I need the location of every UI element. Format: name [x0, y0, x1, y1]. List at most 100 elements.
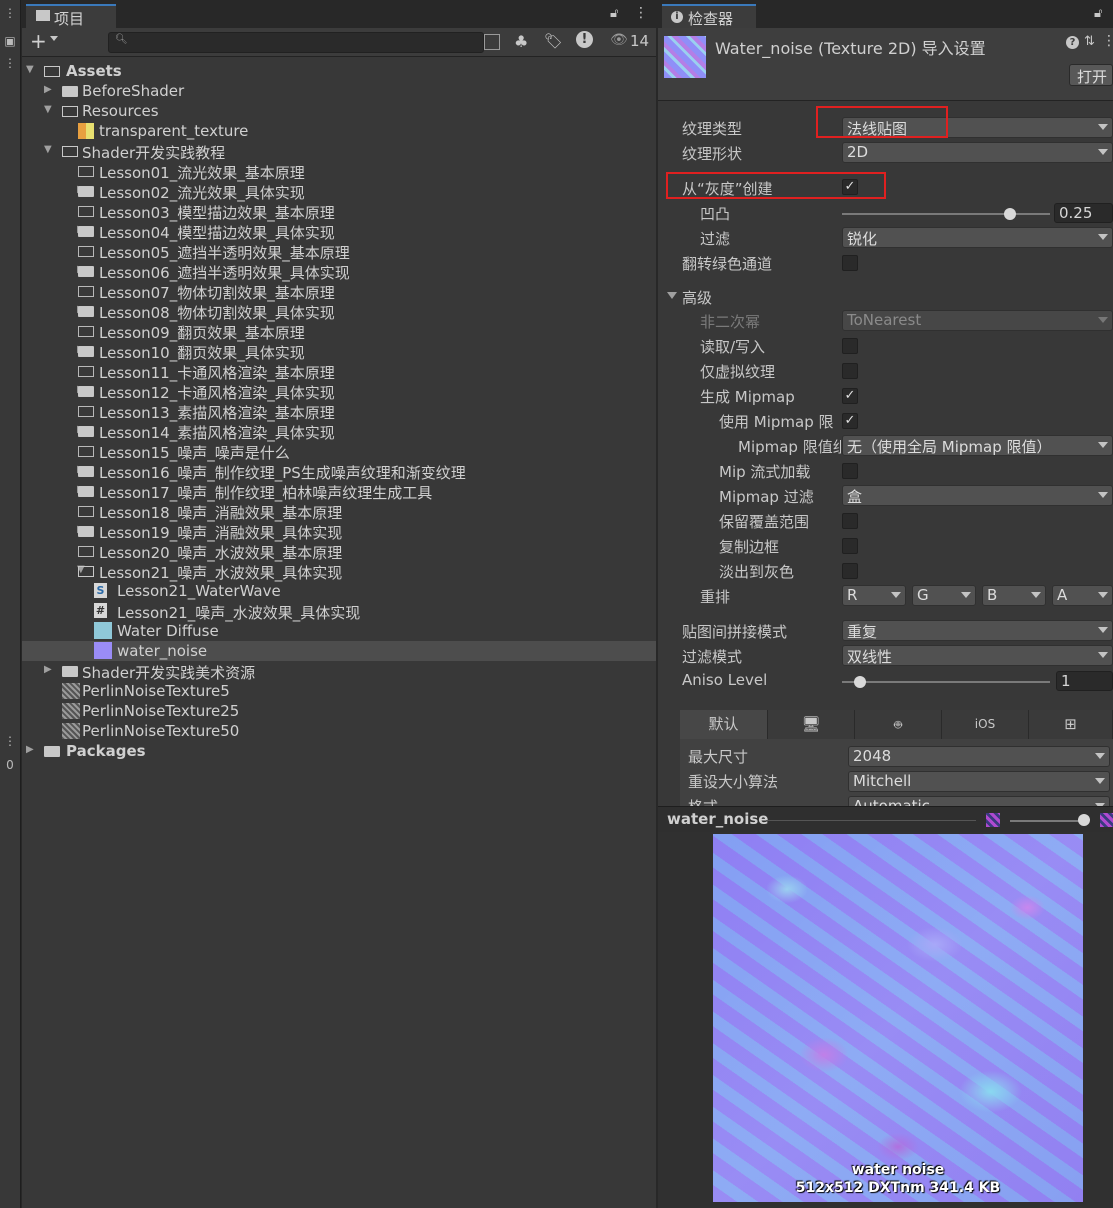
tree-row[interactable]: ▶Lesson02_流光效果_具体实现 [22, 181, 656, 202]
tree-row[interactable]: ▶Lesson14_素描风格渲染_具体实现 [22, 421, 656, 442]
filtering-dropdown[interactable]: 锐化 [842, 227, 1113, 248]
chevron-down-icon[interactable]: ▼ [44, 104, 54, 118]
lock-icon[interactable]: 🔓︎ [610, 6, 618, 21]
tab-inspector[interactable]: i 检查器 [662, 4, 756, 28]
tab-platform-windows[interactable]: ⊞ [1029, 710, 1113, 739]
tree-row[interactable]: ▶ BeforeShader [22, 81, 656, 101]
chevron-down-icon[interactable] [667, 292, 677, 299]
mip-stream-checkbox[interactable] [842, 463, 858, 479]
tree-row[interactable]: ▶ Shader开发实践美术资源 [22, 661, 656, 682]
warning-icon[interactable]: ! [576, 31, 593, 48]
tree-row[interactable]: Lesson11_卡通风格渲染_基本原理 [22, 361, 656, 382]
swizzle-r-dropdown[interactable]: R [842, 585, 906, 606]
tab-platform-default[interactable]: 默认 [680, 710, 768, 739]
tree-row[interactable]: ▶Lesson16_噪声_制作纹理_PS生成噪声纹理和渐变纹理 [22, 461, 656, 482]
tree-row[interactable]: Lesson01_流光效果_基本原理 [22, 161, 656, 182]
chevron-right-icon[interactable]: ▶ [44, 84, 54, 98]
more-options-icon[interactable]: ⋮ [634, 5, 648, 21]
gen-mipmap-checkbox[interactable]: ✓ [842, 388, 858, 404]
search-by-type-icon[interactable] [484, 34, 500, 50]
virtual-texture-checkbox[interactable] [842, 363, 858, 379]
add-dropdown-chevron-icon[interactable] [50, 36, 58, 41]
tree-row[interactable]: Lesson03_模型描边效果_基本原理 [22, 201, 656, 222]
tree-row[interactable]: Lesson09_翻页效果_基本原理 [22, 321, 656, 342]
swizzle-a-dropdown[interactable]: A [1052, 585, 1113, 606]
chevron-right-icon[interactable]: ▶ [44, 664, 54, 678]
texture-shape-dropdown[interactable]: 2D [842, 142, 1113, 163]
tree-row[interactable]: ▶Lesson17_噪声_制作纹理_柏林噪声纹理生成工具 [22, 481, 656, 502]
aniso-level-field[interactable]: 1 [1056, 671, 1113, 691]
max-size-dropdown[interactable]: 2048 [848, 746, 1110, 767]
lock-icon[interactable]: 🔓︎ [1094, 6, 1102, 21]
tree-row[interactable]: ▼ Assets [22, 61, 656, 81]
eye-icon[interactable]: 👁︎ [610, 32, 628, 48]
mipmap-filter-dropdown[interactable]: 盒 [842, 485, 1113, 506]
add-button[interactable]: + [30, 29, 47, 53]
tree-row[interactable]: PerlinNoiseTexture25 [22, 701, 656, 721]
scene-icon[interactable]: ▣ [3, 34, 17, 48]
channel-toggle-icon[interactable] [986, 813, 1000, 827]
tree-row[interactable]: ▶Lesson19_噪声_消融效果_具体实现 [22, 521, 656, 542]
tree-row[interactable]: ▶Lesson06_遮挡半透明效果_具体实现 [22, 261, 656, 282]
advanced-foldout-label[interactable]: 高级 [682, 287, 712, 308]
tree-row[interactable]: ▼ Lesson21_噪声_水波效果_具体实现 [22, 561, 656, 582]
help-icon[interactable]: ? [1066, 36, 1079, 49]
tree-row[interactable]: Lesson07_物体切割效果_基本原理 [22, 281, 656, 302]
replicate-border-checkbox[interactable] [842, 538, 858, 554]
tree-row[interactable]: # Lesson21_噪声_水波效果_具体实现 [22, 601, 656, 622]
tree-row[interactable]: ▶Lesson08_物体切割效果_具体实现 [22, 301, 656, 322]
tree-row[interactable]: PerlinNoiseTexture5 [22, 681, 656, 701]
bumpiness-field[interactable]: 0.25 [1054, 203, 1113, 223]
tab-platform-android[interactable]: 🤖︎ [855, 710, 942, 739]
bumpiness-slider[interactable] [842, 213, 1050, 215]
tree-row[interactable]: ▼ Shader开发实践教程 [22, 141, 656, 162]
resize-algorithm-dropdown[interactable]: Mitchell [848, 771, 1110, 792]
flip-green-checkbox[interactable] [842, 255, 858, 271]
tree-row[interactable]: ▶Lesson12_卡通风格渲染_具体实现 [22, 381, 656, 402]
more-options-icon[interactable]: ⋮ [3, 56, 17, 70]
chevron-down-icon[interactable]: ▼ [26, 64, 36, 78]
tree-row[interactable]: ▶ Packages [22, 741, 656, 761]
mip-level-slider[interactable] [1010, 820, 1084, 822]
format-dropdown[interactable]: Automatic [848, 796, 1110, 806]
tab-project[interactable]: 项目 [26, 4, 116, 28]
tree-row[interactable]: Water Diffuse [22, 621, 656, 641]
tag-icon[interactable]: 🏷︎ [544, 32, 563, 50]
swizzle-g-dropdown[interactable]: G [912, 585, 976, 606]
more-options-icon[interactable]: ⋮ [1102, 33, 1113, 49]
fadeout-checkbox[interactable] [842, 563, 858, 579]
chevron-down-icon[interactable]: ▼ [44, 144, 54, 158]
tree-row[interactable]: transparent_texture [22, 121, 656, 141]
chevron-right-icon[interactable]: ▶ [26, 744, 36, 758]
mip-level-slider-handle[interactable] [1078, 814, 1090, 826]
tree-row[interactable]: Lesson15_噪声_噪声是什么 [22, 441, 656, 462]
readwrite-checkbox[interactable] [842, 338, 858, 354]
tree-row[interactable]: Lesson20_噪声_水波效果_基本原理 [22, 541, 656, 562]
tree-row[interactable]: S Lesson21_WaterWave [22, 581, 656, 601]
tree-row[interactable]: ▶Lesson10_翻页效果_具体实现 [22, 341, 656, 362]
use-mipmap-limit-checkbox[interactable]: ✓ [842, 413, 858, 429]
aniso-level-slider-handle[interactable] [854, 676, 866, 688]
tree-row[interactable]: ▼ Resources [22, 101, 656, 121]
tree-row[interactable]: Lesson13_素描风格渲染_基本原理 [22, 401, 656, 422]
more-options-icon[interactable]: ⋮ [3, 6, 17, 20]
mipmap-limit-dropdown[interactable]: 无（使用全局 Mipmap 限值） [842, 435, 1113, 456]
tree-row[interactable]: Lesson18_噪声_消融效果_基本原理 [22, 501, 656, 522]
bumpiness-slider-handle[interactable] [1004, 208, 1016, 220]
filter-mode-dropdown[interactable]: 双线性 [842, 645, 1113, 666]
search-input[interactable]: 🔍︎ [108, 32, 484, 53]
preset-icon[interactable]: ⇅ [1084, 34, 1095, 49]
tab-platform-standalone[interactable]: 🖥︎ [768, 710, 855, 739]
tree-row[interactable]: Lesson05_遮挡半透明效果_基本原理 [22, 241, 656, 262]
wrap-mode-dropdown[interactable]: 重复 [842, 620, 1113, 641]
open-button[interactable]: 打开 [1069, 64, 1113, 86]
preserve-coverage-checkbox[interactable] [842, 513, 858, 529]
aniso-level-slider[interactable] [842, 681, 1050, 683]
mip-icon[interactable] [1100, 813, 1113, 827]
more-options-icon[interactable]: ⋮ [3, 734, 17, 748]
swizzle-b-dropdown[interactable]: B [982, 585, 1046, 606]
filter-by-label-icon[interactable]: ♣ [514, 32, 528, 51]
tree-row[interactable]: water_noise [22, 641, 656, 661]
tab-platform-ios[interactable]: iOS [942, 710, 1029, 739]
tree-row[interactable]: PerlinNoiseTexture50 [22, 721, 656, 741]
